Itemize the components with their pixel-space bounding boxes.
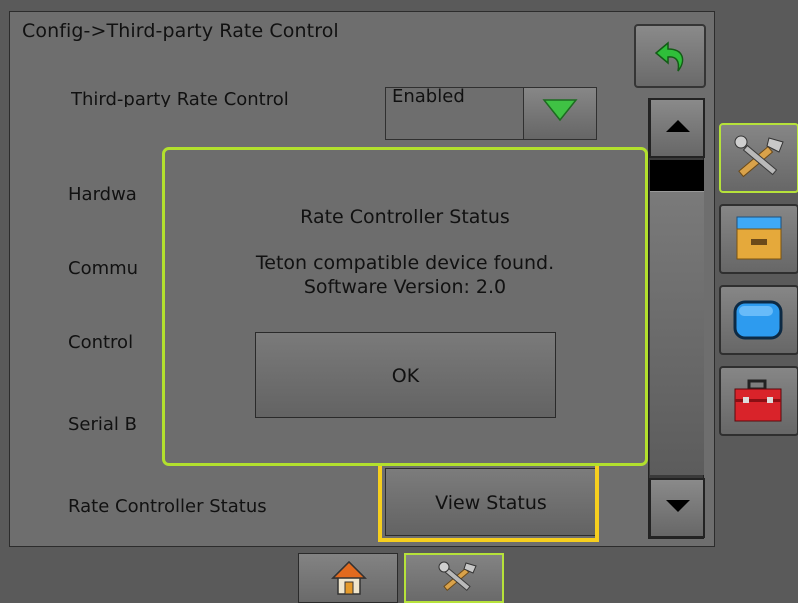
back-arrow-icon [654,41,684,72]
tools-icon [438,561,477,592]
scroll-thumb[interactable] [650,191,704,475]
dropdown-value: Enabled [392,86,465,107]
rate-controller-status-dialog: Rate Controller Status Teton compatible … [162,147,648,466]
dialog-message-line1: Teton compatible device found. [255,252,555,274]
dialog-message-line2: Software Version: 2.0 [303,276,507,298]
row-label-hardware: Hardwa [68,184,137,205]
scroll-indicator [650,160,704,191]
page-title: Config->Third-party Rate Control [22,20,339,42]
row-label-serial: Serial B [68,414,138,435]
tools-tab[interactable] [404,553,504,603]
display-icon [733,300,783,340]
rail-toolbox-button[interactable] [719,366,798,436]
dialog-title: Rate Controller Status [300,206,510,228]
ok-button[interactable]: OK [255,332,556,418]
dropdown-toggle[interactable] [523,88,596,139]
rail-data-button[interactable] [719,204,798,274]
home-icon [331,560,367,595]
triangle-down-icon [666,500,690,512]
triangle-up-icon [666,120,690,132]
file-drawer-icon [736,216,782,260]
scroll-up-button[interactable] [649,98,705,158]
row-label-communication: Commu [68,258,139,279]
rail-tools-button[interactable] [719,123,798,193]
toolbox-icon [734,379,782,422]
rate-control-dropdown[interactable]: Enabled [385,86,597,140]
row-label-rate-controller-status: Rate Controller Status [68,496,267,517]
tools-icon [734,135,784,178]
scroll-down-button[interactable] [649,478,705,538]
row-label-third-party-rate-control: Third-party Rate Control [71,89,289,107]
dialog-message: Teton compatible device found. Software … [165,251,645,299]
chevron-down-icon [542,99,578,122]
screen: Config->Third-party Rate Control Third-p… [0,0,798,603]
back-button[interactable] [634,24,706,88]
home-tab[interactable] [298,553,398,603]
row-label-control: Control [68,332,134,353]
view-status-button[interactable]: View Status [385,468,597,536]
rail-display-button[interactable] [719,285,798,355]
